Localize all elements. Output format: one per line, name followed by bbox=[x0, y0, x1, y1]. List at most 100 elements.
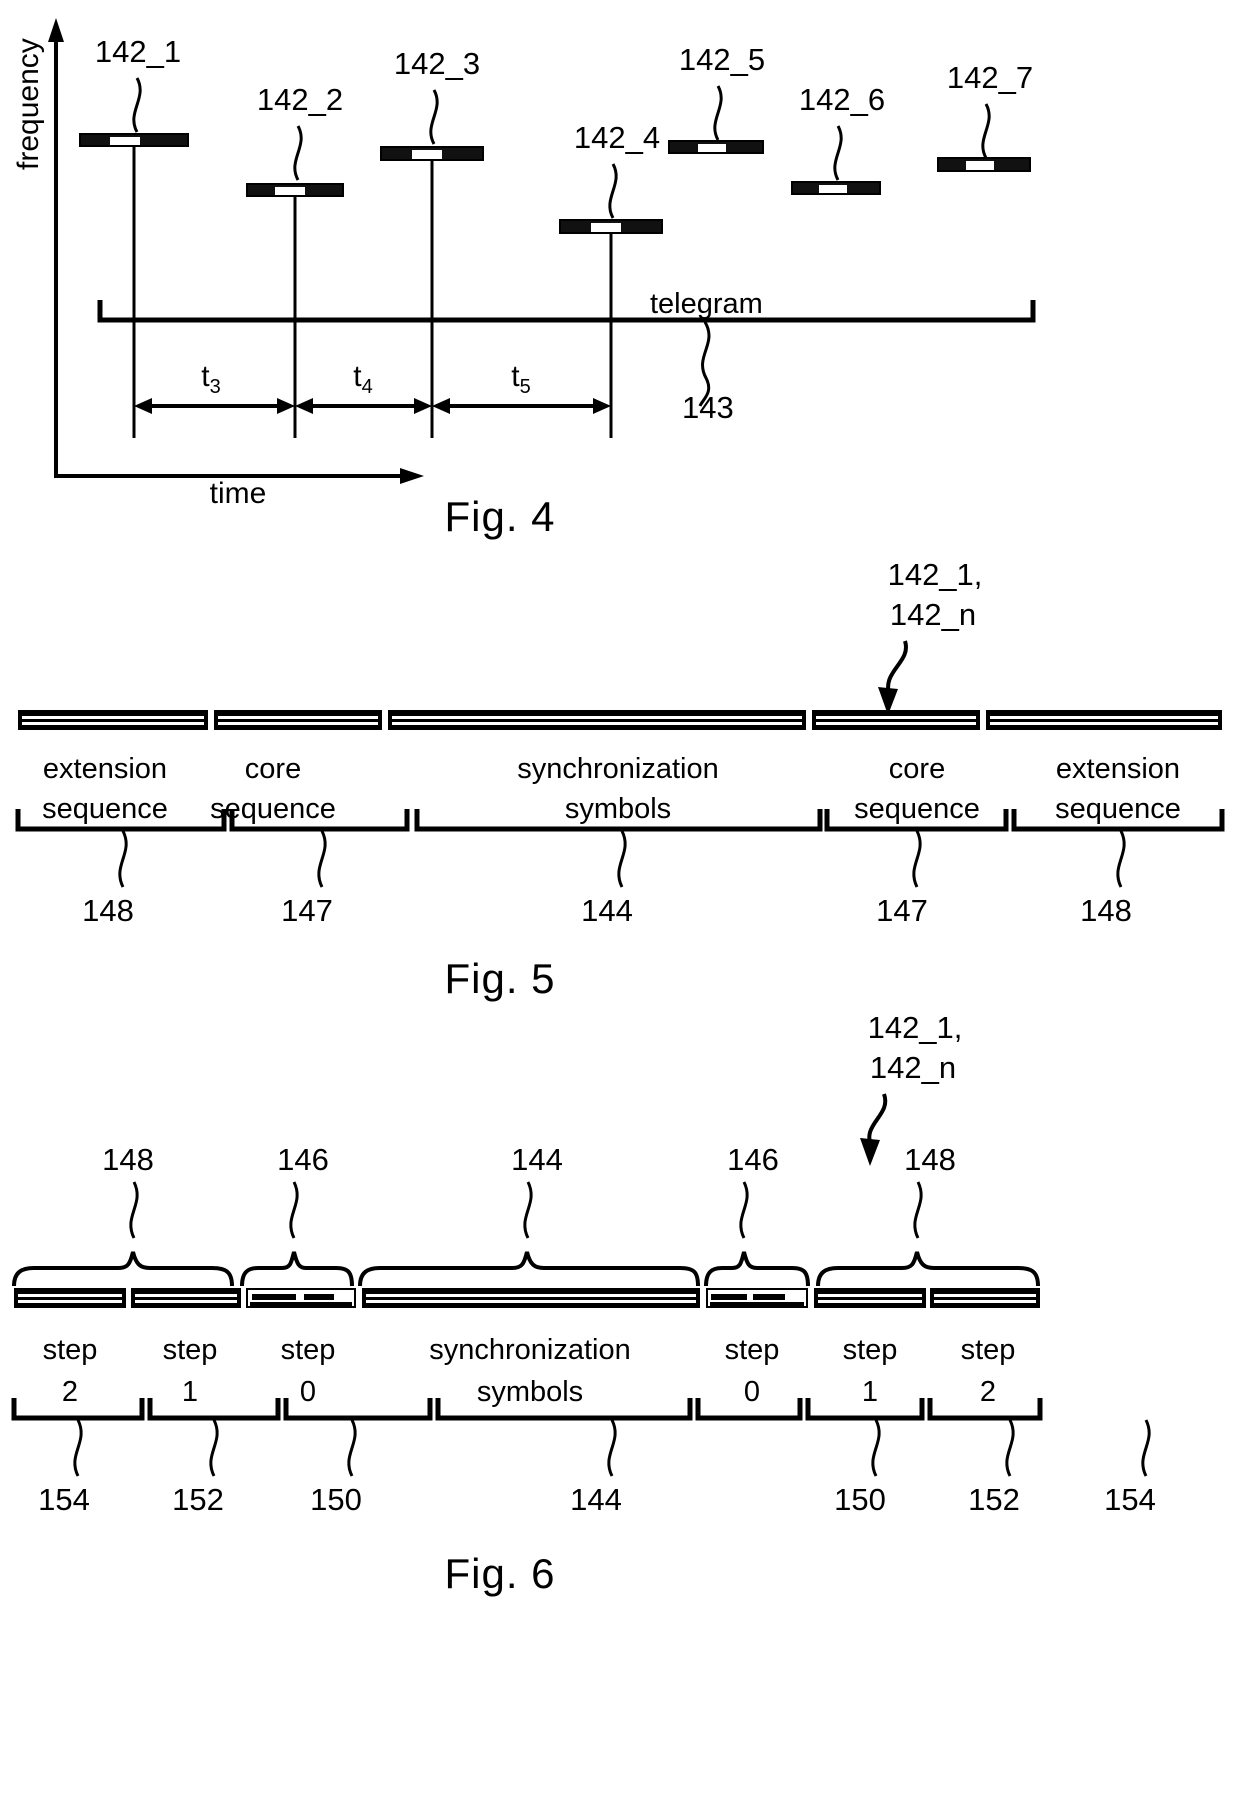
figure-5-segment-label-1a: extension bbox=[42, 753, 168, 785]
bar-stripe bbox=[816, 716, 976, 719]
bar-stripe bbox=[366, 1294, 696, 1297]
figure-5-segment-label-4b: sequence bbox=[854, 793, 980, 825]
hop-bar-142-1 bbox=[79, 133, 189, 147]
figure-5-ref-leaders bbox=[118, 830, 1126, 888]
figure-5-segment-label-5b: sequence bbox=[1055, 793, 1181, 825]
figure-5-segment-label-4a: core bbox=[888, 753, 946, 785]
figure-6-top-ref-4: 146 bbox=[727, 1142, 779, 1177]
figure-6: 142_1, 142_n 148 146 144 146 148 step 2 … bbox=[0, 990, 1240, 1807]
figure-6-segment-label-4a: synchronization bbox=[429, 1334, 631, 1366]
hop-ref-142-3: 142_3 bbox=[393, 46, 481, 81]
figure-6-segment-label-2a: step bbox=[162, 1334, 218, 1366]
bar-stripe bbox=[22, 716, 204, 719]
figure-6-bottom-ref-2: 152 bbox=[172, 1482, 224, 1517]
figure-6-segment-label-4b: symbols bbox=[476, 1376, 584, 1408]
bar-stripe bbox=[934, 1300, 1036, 1303]
bar-stripe bbox=[366, 1300, 696, 1303]
telegram-bracket bbox=[97, 300, 1036, 323]
figure-4-caption: Fig. 4 bbox=[444, 493, 556, 540]
figure-4-canvas bbox=[48, 18, 1036, 484]
hop-bar-142-2 bbox=[246, 183, 344, 197]
figure-6-bar-step2-right bbox=[930, 1288, 1040, 1308]
figure-5-bar-extension-left bbox=[18, 710, 208, 730]
bar-stripe bbox=[990, 722, 1218, 725]
telegram-ref: 143 bbox=[682, 390, 734, 425]
hop-ref-142-5: 142_5 bbox=[678, 42, 766, 77]
figure-6-pointer-arrowhead bbox=[860, 1138, 880, 1166]
bar-stripe bbox=[818, 1294, 922, 1297]
interval-label-t5: t5 bbox=[511, 360, 530, 399]
figure-6-segment-label-6a: step bbox=[842, 1334, 898, 1366]
frequency-axis-label-wrap: frequency bbox=[12, 38, 144, 204]
bar-stripe bbox=[135, 1294, 237, 1297]
hop-ref-142-7: 142_7 bbox=[946, 60, 1034, 95]
figure-6-bottom-ref-6: 152 bbox=[968, 1482, 1020, 1517]
figure-6-top-ref-3: 144 bbox=[511, 1142, 563, 1177]
bar-stripe bbox=[711, 1294, 747, 1300]
hop-ref-142-4: 142_4 bbox=[573, 120, 661, 155]
figure-6-bottom-ref-5: 150 bbox=[834, 1482, 886, 1517]
hop-bar-core bbox=[819, 185, 847, 193]
figure-6-bottom-ref-1: 154 bbox=[38, 1482, 90, 1517]
interval-sub-t5: 5 bbox=[519, 376, 531, 398]
figure-5-ref-4: 147 bbox=[876, 893, 928, 928]
hop-bar-core bbox=[698, 144, 726, 152]
bar-stripe bbox=[135, 1300, 237, 1303]
bar-stripe bbox=[990, 716, 1218, 719]
figure-6-bar-step2-left bbox=[14, 1288, 126, 1308]
bar-stripe bbox=[22, 722, 204, 725]
figure-6-caption: Fig. 6 bbox=[444, 1550, 556, 1597]
figure-6-segment-label-3b: 0 bbox=[299, 1376, 317, 1408]
figure-6-segment-label-5b: 0 bbox=[743, 1376, 761, 1408]
figure-6-segment-label-7b: 2 bbox=[979, 1376, 997, 1408]
figure-6-segment-label-7a: step bbox=[960, 1334, 1016, 1366]
bar-stripe bbox=[710, 1302, 804, 1306]
hop-bar-142-5 bbox=[668, 140, 764, 154]
figure-6-top-ref-2: 146 bbox=[277, 1142, 329, 1177]
hop-bar-core bbox=[591, 223, 621, 232]
figure-5-ref-3: 144 bbox=[581, 893, 633, 928]
hop-bar-142-6 bbox=[791, 181, 881, 195]
figure-6-bar-synchronization bbox=[362, 1288, 700, 1308]
figure-6-braces bbox=[12, 1251, 1040, 1287]
figure-6-bottom-ref-leaders bbox=[73, 1419, 1151, 1477]
hop-ref-142-1: 142_1 bbox=[94, 34, 182, 69]
figure-6-bar-step0-left bbox=[246, 1288, 356, 1308]
figure-6-segment-label-2b: 1 bbox=[181, 1376, 199, 1408]
hop-bar-core bbox=[966, 161, 994, 170]
figure-6-top-ref-1: 148 bbox=[102, 1142, 154, 1177]
figure-6-top-ref-leaders bbox=[129, 1181, 923, 1239]
figure-6-segment-label-5a: step bbox=[724, 1334, 780, 1366]
bar-stripe bbox=[304, 1294, 334, 1300]
bar-stripe bbox=[753, 1294, 785, 1300]
hop-bar-core bbox=[275, 187, 305, 195]
hop-ref-142-2: 142_2 bbox=[256, 82, 344, 117]
time-axis-arrowhead bbox=[400, 468, 424, 484]
bar-stripe bbox=[816, 722, 976, 725]
bar-stripe bbox=[218, 722, 378, 725]
bar-stripe bbox=[18, 1294, 122, 1297]
figure-5-segment-label-5a: extension bbox=[1055, 753, 1181, 785]
figure-6-bar-step1-right bbox=[814, 1288, 926, 1308]
bar-stripe bbox=[250, 1302, 352, 1306]
figure-5-ref-1: 148 bbox=[82, 893, 134, 928]
figure-6-bar-step0-right bbox=[706, 1288, 808, 1308]
figure-6-segment-label-1b: 2 bbox=[61, 1376, 79, 1408]
bar-stripe bbox=[818, 1300, 922, 1303]
interval-sub-t4: 4 bbox=[361, 376, 373, 398]
figure-6-bottom-ref-7: 154 bbox=[1104, 1482, 1156, 1517]
figure-4: 142_1 142_2 142_3 142_4 142_5 142_6 142_… bbox=[0, 0, 1240, 560]
figure-5-segment-label-2b: sequence bbox=[210, 793, 336, 825]
interval-label-t4: t4 bbox=[353, 360, 372, 399]
figure-5-segment-label-2a: core bbox=[244, 753, 302, 785]
interval-sub-t3: 3 bbox=[209, 376, 221, 398]
hop-bar-core bbox=[110, 137, 140, 145]
figure-6-bar-step1-left bbox=[131, 1288, 241, 1308]
telegram-label: telegram bbox=[650, 288, 763, 320]
figure-6-bottom-ref-4: 144 bbox=[570, 1482, 622, 1517]
figure-5-segment-label-3b: symbols bbox=[564, 793, 672, 825]
figure-6-segment-label-6b: 1 bbox=[861, 1376, 879, 1408]
bar-stripe bbox=[18, 1300, 122, 1303]
figure-5-bar-extension-right bbox=[986, 710, 1222, 730]
figure-5-segment-label-3a: synchronization bbox=[517, 753, 719, 785]
